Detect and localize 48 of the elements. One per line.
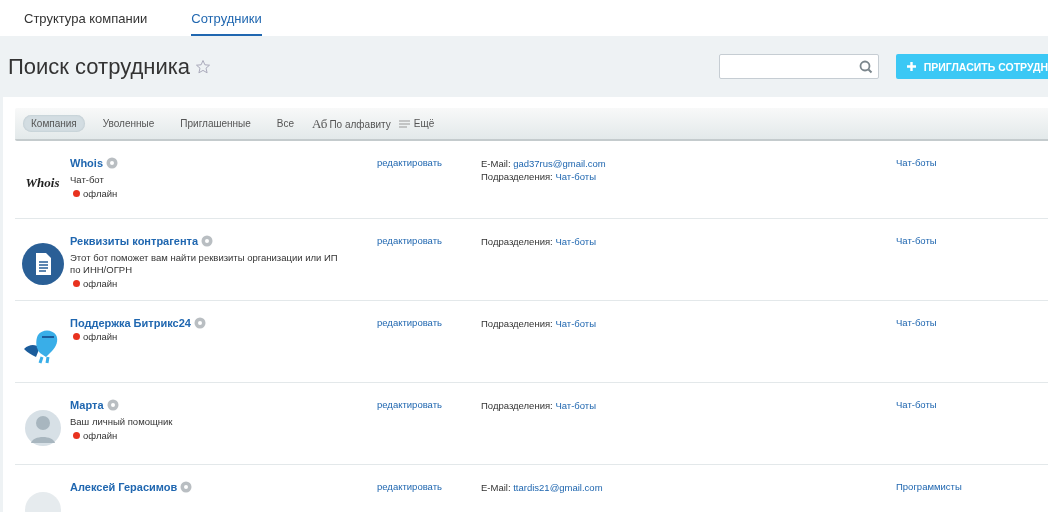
- status-text: офлайн: [83, 278, 118, 289]
- settings-icon[interactable]: [193, 317, 206, 329]
- edit-link[interactable]: редактировать: [377, 481, 481, 492]
- settings-icon[interactable]: [180, 481, 193, 493]
- whois-logo: Whois: [25, 175, 60, 192]
- document-icon: [21, 243, 64, 285]
- edit-link[interactable]: редактировать: [377, 157, 481, 168]
- search-icon[interactable]: [858, 59, 873, 74]
- filter-tab[interactable]: Приглашенные: [172, 115, 259, 132]
- tab[interactable]: Структура компании: [24, 0, 148, 36]
- page-title: Поиск сотрудника: [8, 53, 191, 80]
- edit-link[interactable]: редактировать: [377, 399, 481, 410]
- status-text: офлайн: [83, 331, 118, 342]
- contact-line: E-Mail: ttardis21@gmail.com: [481, 481, 604, 494]
- star-icon[interactable]: [195, 58, 212, 75]
- employee-name[interactable]: Поддержка Битрикс24: [70, 317, 191, 329]
- tab[interactable]: Сотрудники: [191, 0, 262, 36]
- status-text: офлайн: [83, 188, 118, 199]
- department-link[interactable]: Чат-боты: [891, 317, 1048, 328]
- department-link[interactable]: Чат-боты: [891, 235, 1048, 246]
- settings-icon[interactable]: [201, 235, 214, 247]
- menu-icon: [398, 119, 410, 128]
- search-field[interactable]: [718, 54, 879, 79]
- edit-link[interactable]: редактировать: [377, 235, 481, 246]
- contact-line: Подразделения: Чат-боты: [481, 235, 597, 248]
- employee-name[interactable]: Марта: [70, 399, 104, 411]
- edit-link[interactable]: редактировать: [377, 317, 481, 328]
- contact-line: E-Mail: gad37rus@gmail.com: [481, 157, 607, 170]
- employee-name[interactable]: Whois: [70, 157, 103, 169]
- department-link[interactable]: Чат-боты: [891, 157, 1048, 168]
- department-link[interactable]: Чат-боты: [891, 399, 1048, 410]
- status-text: офлайн: [83, 430, 118, 441]
- contact-line: Подразделения: Чат-боты: [481, 399, 597, 412]
- department-link[interactable]: Программисты: [891, 481, 1048, 492]
- employee-name[interactable]: Реквизиты контрагента: [70, 235, 199, 247]
- filter-tab[interactable]: Уволенные: [94, 115, 163, 132]
- settings-icon[interactable]: [106, 399, 119, 411]
- contact-line: Подразделения: Чат-боты: [481, 170, 597, 183]
- settings-icon[interactable]: [106, 157, 118, 169]
- more-button[interactable]: Ещё: [398, 118, 435, 129]
- contact-line: Подразделения: Чат-боты: [481, 317, 597, 330]
- plus-icon: [906, 62, 916, 71]
- employee-description: Ваш личный помощник: [70, 416, 174, 428]
- employee-name[interactable]: Алексей Герасимов: [70, 481, 178, 493]
- filter-tab[interactable]: Компания: [23, 115, 85, 132]
- filter-tab[interactable]: Все: [268, 115, 303, 132]
- sort-button[interactable]: Аб По алфавиту: [312, 115, 391, 132]
- employee-description: Чат-бот: [70, 174, 105, 186]
